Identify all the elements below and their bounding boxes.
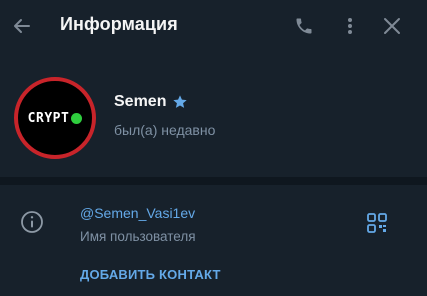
profile-section: CRYPT Semen был(а) недавно [0,70,427,170]
star-icon [172,94,188,110]
online-dot-icon [71,112,83,124]
back-button[interactable] [8,12,36,40]
phone-icon [296,18,312,34]
avatar-logo-text: CRYPT [27,110,70,126]
more-vertical-icon [348,18,352,34]
avatar-logo: CRYPT [28,111,83,126]
close-button[interactable] [378,12,406,40]
section-divider [0,177,427,185]
qr-code-icon [367,213,387,233]
page-title: Информация [60,14,178,34]
call-button[interactable] [290,12,318,40]
header: Информация [0,0,427,52]
last-seen-status: был(а) недавно [114,122,216,138]
info-icon [20,210,44,234]
avatar[interactable]: CRYPT [14,77,96,159]
profile-name-text: Semen [114,93,167,110]
back-arrow-icon [14,19,30,33]
qr-code-button[interactable] [366,212,388,234]
profile-name: Semen [114,93,188,111]
username-link[interactable]: @Semen_Vasi1ev [80,205,195,221]
add-contact-button[interactable]: ДОБАВИТЬ КОНТАКТ [80,267,221,282]
more-button[interactable] [336,12,364,40]
close-icon [384,18,400,34]
username-label: Имя пользователя [80,229,196,244]
